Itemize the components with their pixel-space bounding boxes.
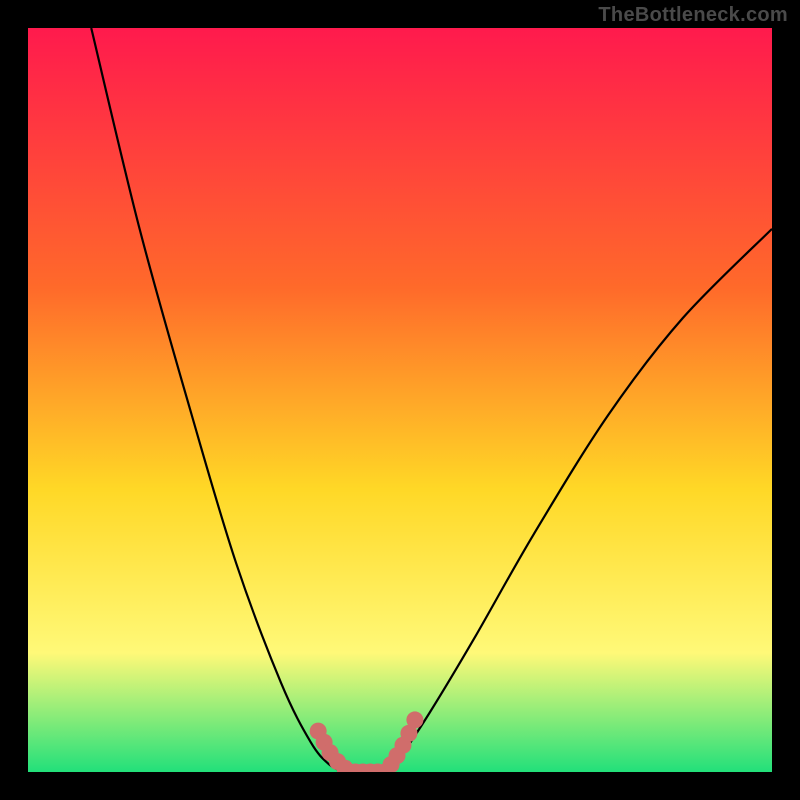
plot-area [28,28,772,772]
watermark-text: TheBottleneck.com [598,4,788,27]
chart-svg [28,28,772,772]
marker-group-floor [354,764,386,773]
chart-frame: TheBottleneck.com [0,0,800,800]
data-marker [406,711,423,728]
gradient-background [28,28,772,772]
